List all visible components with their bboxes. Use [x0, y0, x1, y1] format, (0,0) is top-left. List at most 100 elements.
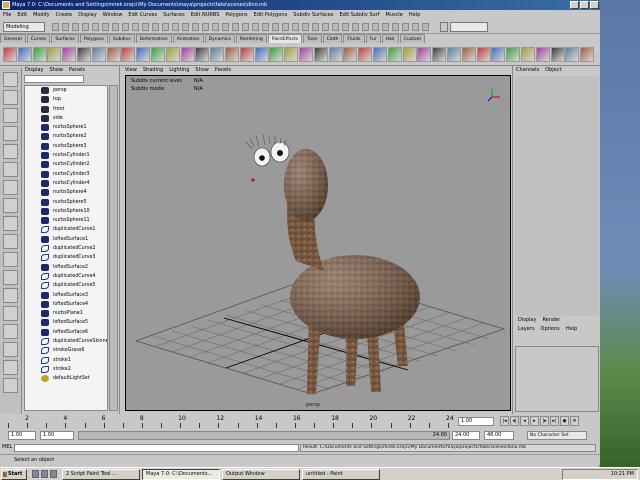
- perspective-viewport[interactable]: Subdiv current level: N/A Subdiv mode: N…: [125, 75, 511, 411]
- menu-subdiv-surfaces[interactable]: Subdiv Surfaces: [290, 10, 336, 20]
- shelf-brush-icon[interactable]: [62, 47, 77, 62]
- shelf-tab-rendering[interactable]: Rendering: [235, 34, 267, 43]
- shelf-brush-icon[interactable]: [299, 47, 313, 62]
- status-tool-icon[interactable]: [252, 23, 259, 31]
- shelf-brush-icon[interactable]: [461, 47, 476, 62]
- go-to-end-button[interactable]: ▸|: [550, 416, 559, 426]
- outliner-item[interactable]: nurbsSphere11: [25, 216, 107, 225]
- shelf-tab-subdivs[interactable]: Subdivs: [108, 34, 135, 43]
- outliner-item[interactable]: nurbsSphere3: [25, 142, 107, 151]
- status-tool-icon[interactable]: [302, 23, 309, 31]
- character-set-select[interactable]: No Character Set: [527, 431, 587, 440]
- start-button[interactable]: Start: [1, 469, 27, 480]
- status-tool-icon[interactable]: [342, 23, 349, 31]
- shelf-tab-polygons[interactable]: Polygons: [79, 34, 108, 43]
- taskbar-task[interactable]: untitled - Paint: [302, 469, 380, 480]
- outliner-item[interactable]: stroke1: [25, 356, 107, 365]
- play-forward-button[interactable]: ▸: [530, 416, 539, 426]
- viewport-menu-show[interactable]: Show: [192, 67, 212, 73]
- shelf-brush-icon[interactable]: [373, 47, 387, 62]
- outliner-item[interactable]: duplicatedCurve2: [25, 244, 107, 253]
- shelf-tab-painteffects[interactable]: PaintEffects: [267, 34, 303, 43]
- shelf-brush-icon[interactable]: [91, 47, 106, 62]
- step-back-button[interactable]: ◂|: [510, 416, 519, 426]
- menu-window[interactable]: Window: [100, 10, 126, 20]
- shelf-brush-icon[interactable]: [432, 47, 447, 62]
- layer-menu-options[interactable]: Options: [538, 326, 563, 332]
- shelf-brush-icon[interactable]: [476, 47, 491, 62]
- outliner-item[interactable]: stroke2: [25, 365, 107, 374]
- status-tool-icon[interactable]: [102, 23, 109, 31]
- status-tool-icon[interactable]: [202, 23, 209, 31]
- status-tool-icon[interactable]: [352, 23, 359, 31]
- shelf-tab-cloth[interactable]: Cloth: [322, 34, 343, 43]
- outliner-item[interactable]: nurbsPlane1: [25, 309, 107, 318]
- status-tool-icon[interactable]: [192, 23, 199, 31]
- menu-display[interactable]: Display: [75, 10, 99, 20]
- layer-menu-help[interactable]: Help: [563, 326, 580, 332]
- status-tool-icon[interactable]: [162, 23, 169, 31]
- status-tool-icon[interactable]: [72, 23, 79, 31]
- outliner-item[interactable]: front: [25, 105, 107, 114]
- outliner-item[interactable]: loftedSurface2: [25, 263, 107, 272]
- shelf-brush-icon[interactable]: [32, 47, 47, 62]
- shelf-brush-icon[interactable]: [17, 47, 32, 62]
- shelf-brush-icon[interactable]: [106, 47, 121, 62]
- status-tool-icon[interactable]: [242, 23, 249, 31]
- shelf-tab-custom[interactable]: Custom: [399, 34, 426, 43]
- rotate-tool-icon[interactable]: [3, 144, 18, 159]
- hypershade-layout-icon[interactable]: [3, 306, 18, 321]
- shelf-brush-icon[interactable]: [491, 47, 506, 62]
- outliner-item[interactable]: duplicatedCurveSkinnedSurface: [25, 337, 107, 346]
- shelf-tab-general[interactable]: General: [0, 34, 26, 43]
- status-tool-icon[interactable]: [292, 23, 299, 31]
- outliner-item[interactable]: top: [25, 95, 107, 104]
- current-frame-field[interactable]: 1.00: [458, 417, 494, 426]
- menu-modify[interactable]: Modify: [30, 10, 53, 20]
- maximize-button[interactable]: [580, 1, 589, 9]
- shelf-brush-icon[interactable]: [535, 47, 550, 62]
- lasso-tool-icon[interactable]: [3, 90, 18, 105]
- channel-menu-object[interactable]: Object: [542, 67, 564, 73]
- range-bar[interactable]: 24.00: [78, 431, 450, 440]
- mel-label[interactable]: MEL: [2, 444, 12, 450]
- last-tool-icon[interactable]: [3, 216, 18, 231]
- outliner-item[interactable]: loftedSurface4: [25, 300, 107, 309]
- status-tool-icon[interactable]: [82, 23, 89, 31]
- outliner-menu-show[interactable]: Show: [46, 67, 66, 73]
- shelf-brush-icon[interactable]: [417, 47, 432, 62]
- outliner-item[interactable]: duplicatedCurve4: [25, 272, 107, 281]
- outliner-item[interactable]: side: [25, 114, 107, 123]
- shelf-tab-deformation[interactable]: Deformation: [135, 34, 172, 43]
- shelf-brush-icon[interactable]: [210, 47, 225, 62]
- shelf-tab-fluids[interactable]: Fluids: [343, 34, 365, 43]
- status-tool-icon[interactable]: [382, 23, 389, 31]
- shelf-brush-icon[interactable]: [225, 47, 239, 62]
- outliner-item[interactable]: nurbsSphere1: [25, 123, 107, 132]
- status-tool-icon[interactable]: [402, 23, 409, 31]
- range-start-field[interactable]: 1.00: [8, 431, 36, 440]
- outliner-item[interactable]: loftedSurface6: [25, 328, 107, 337]
- outliner-item[interactable]: nurbsCylinder1: [25, 151, 107, 160]
- channel-menu-channels[interactable]: Channels: [513, 67, 542, 73]
- graph-layout-icon[interactable]: [3, 288, 18, 303]
- shelf-tab-animation[interactable]: Animation: [172, 34, 204, 43]
- shelf-brush-icon[interactable]: [580, 47, 595, 62]
- outliner-item[interactable]: loftedSurface1: [25, 235, 107, 244]
- status-tool-icon[interactable]: [422, 23, 429, 31]
- status-tool-icon[interactable]: [112, 23, 119, 31]
- range-end-field[interactable]: 24.00: [452, 431, 480, 440]
- shelf-brush-icon[interactable]: [121, 47, 136, 62]
- viewport-menu-shading[interactable]: Shading: [140, 67, 166, 73]
- status-tool-icon[interactable]: [322, 23, 329, 31]
- move-tool-icon[interactable]: [3, 126, 18, 141]
- go-to-start-button[interactable]: |◂: [500, 416, 509, 426]
- menu-edit[interactable]: Edit: [14, 10, 30, 20]
- status-tool-icon[interactable]: [212, 23, 219, 31]
- shelf-brush-icon[interactable]: [3, 47, 17, 62]
- outliner-item[interactable]: strokeGrass6: [25, 346, 107, 355]
- shelf-tab-hair[interactable]: Hair: [381, 34, 399, 43]
- outliner-menu-panels[interactable]: Panels: [66, 67, 88, 73]
- status-tool-icon[interactable]: [412, 23, 419, 31]
- outliner-item[interactable]: nurbsSphere5: [25, 198, 107, 207]
